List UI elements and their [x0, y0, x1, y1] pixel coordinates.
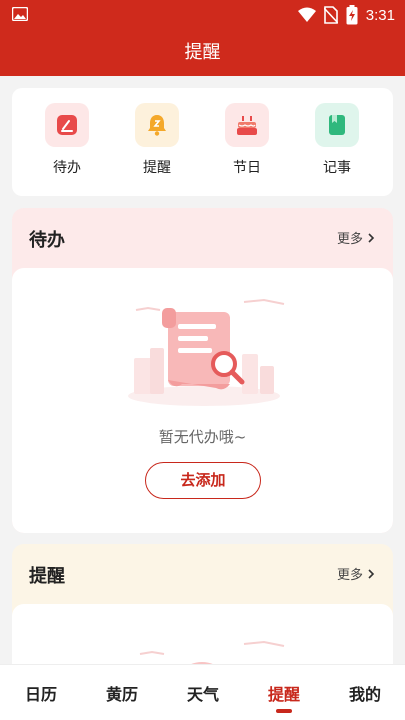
- bell-icon: [135, 103, 179, 147]
- notebook-icon: [315, 103, 359, 147]
- reminder-section: 提醒 更多: [12, 544, 393, 684]
- quick-action-festival[interactable]: 节日: [217, 103, 277, 177]
- todo-more-link[interactable]: 更多: [337, 228, 375, 247]
- quick-action-reminder[interactable]: 提醒: [127, 103, 187, 177]
- add-todo-button[interactable]: 去添加: [145, 462, 261, 499]
- todo-section-body: 暂无代办哦~ 去添加: [12, 268, 393, 533]
- quick-actions-card: 待办 提醒 节日 记事: [12, 88, 393, 196]
- bottom-tab-bar: 日历 黄历 天气 提醒 我的: [0, 664, 405, 720]
- tab-mine[interactable]: 我的: [335, 681, 395, 705]
- tab-almanac[interactable]: 黄历: [92, 681, 152, 705]
- section-title: 提醒: [29, 566, 65, 587]
- chevron-right-icon: [368, 232, 375, 243]
- empty-state-text: 暂无代办哦~: [158, 428, 247, 446]
- wifi-icon: [297, 7, 316, 22]
- no-sim-icon: [323, 6, 338, 24]
- todo-section: 待办 更多 暂无代办哦~ 去添加: [12, 208, 393, 533]
- image-notification-icon: [12, 7, 28, 21]
- todo-section-header: 待办 更多: [12, 208, 393, 268]
- active-tab-indicator: [276, 709, 292, 713]
- quick-action-label: 提醒: [143, 160, 171, 176]
- title-bar: 提醒: [0, 30, 405, 76]
- tab-weather[interactable]: 天气: [173, 681, 233, 705]
- chevron-right-icon: [368, 568, 375, 579]
- quick-action-label: 节日: [233, 160, 261, 176]
- more-label: 更多: [336, 568, 363, 583]
- page-title: 提醒: [184, 42, 221, 63]
- todo-icon: [45, 103, 89, 147]
- quick-action-notes[interactable]: 记事: [307, 103, 367, 177]
- cake-icon: [225, 103, 269, 147]
- section-title: 待办: [29, 230, 65, 251]
- tab-calendar[interactable]: 日历: [11, 681, 71, 705]
- more-label: 更多: [336, 232, 363, 247]
- reminder-more-link[interactable]: 更多: [337, 564, 375, 583]
- quick-action-label: 记事: [323, 160, 351, 176]
- reminder-section-header: 提醒 更多: [12, 544, 393, 604]
- quick-action-label: 待办: [53, 160, 81, 176]
- battery-charging-icon: [346, 5, 358, 25]
- status-bar: 3:31: [0, 0, 405, 30]
- quick-action-todo[interactable]: 待办: [37, 103, 97, 177]
- tab-reminder[interactable]: 提醒: [254, 681, 314, 705]
- clock: 3:31: [365, 6, 395, 24]
- empty-scroll-illustration: [128, 298, 285, 406]
